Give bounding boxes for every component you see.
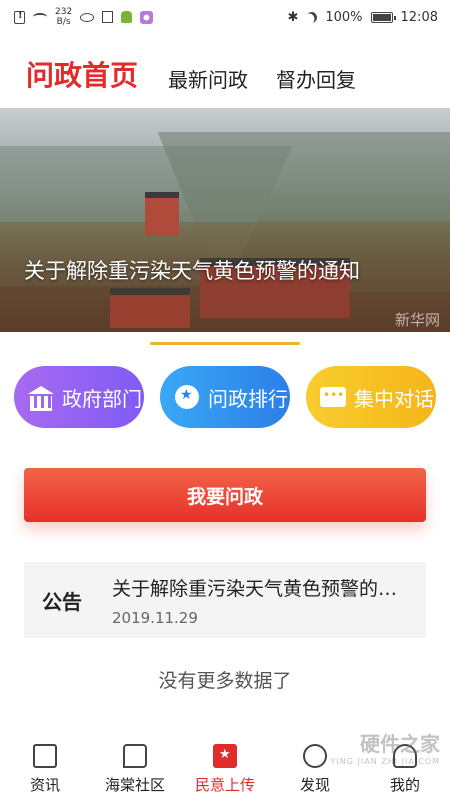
eye-icon: [80, 12, 95, 22]
tab-supervision-reply[interactable]: 督办回复: [276, 64, 356, 93]
net-speed: 232 B/s: [55, 7, 72, 27]
moon-icon: [304, 9, 319, 24]
app-notification-icon: [140, 10, 154, 24]
alert-icon: [14, 10, 25, 24]
nfc-icon: [102, 11, 114, 23]
banner-temple-small: [110, 288, 190, 328]
app-screen: 232 B/s ✱ 100% 12:08 问政首页 最新问政 督办回复: [0, 0, 450, 800]
wifi-icon: [33, 13, 47, 21]
notice-title: 关于解除重污染天气黄色预警的通知: [112, 577, 412, 600]
bluetooth-icon: ✱: [287, 9, 299, 25]
tab-home[interactable]: 问政首页: [26, 54, 139, 112]
dialogue-button[interactable]: 集中对话: [306, 366, 436, 428]
nav-news[interactable]: 资讯: [0, 734, 90, 800]
banner-page-indicator: [150, 342, 300, 345]
nav-discover[interactable]: 发现: [270, 734, 360, 800]
clock: 12:08: [400, 9, 438, 25]
banner-pagoda: [145, 192, 179, 236]
notice-tag: 公告: [42, 589, 82, 614]
chat-bubble-icon: [123, 744, 147, 768]
tab-home-label: 问政首页: [26, 59, 139, 92]
nav-me-label: 我的: [389, 776, 420, 794]
battery-icon: [370, 11, 396, 23]
nav-community[interactable]: 海棠社区: [90, 734, 180, 800]
nav-news-label: 资讯: [29, 776, 60, 794]
medal-icon: [172, 382, 202, 412]
nav-upload-opinion-label: 民意上传: [194, 776, 255, 794]
battery-level: 100%: [325, 9, 363, 25]
top-tabs: 问政首页 最新问政 督办回复: [0, 34, 450, 112]
chat-icon: [318, 382, 348, 412]
user-icon: [393, 744, 417, 768]
status-bar: 232 B/s ✱ 100% 12:08: [0, 0, 450, 34]
inquiry-ranking-button[interactable]: 问政排行: [160, 366, 290, 428]
status-left: 232 B/s: [14, 7, 154, 27]
banner-caption: 关于解除重污染天气黄色预警的通知: [24, 259, 360, 283]
gov-departments-label: 政府部门: [62, 386, 142, 411]
android-icon: [121, 11, 133, 23]
document-icon: [33, 744, 57, 768]
nav-upload-opinion[interactable]: 民意上传: [180, 734, 270, 800]
bottom-nav: 资讯 海棠社区 民意上传 发现 我的: [0, 734, 450, 800]
status-right: ✱ 100% 12:08: [287, 10, 438, 25]
nav-me[interactable]: 我的: [360, 734, 450, 800]
inquiry-ranking-label: 问政排行: [208, 386, 288, 411]
battery-fill: [372, 13, 391, 21]
nav-community-label: 海棠社区: [104, 776, 165, 794]
dialogue-label: 集中对话: [354, 386, 434, 411]
notice-date: 2019.11.29: [112, 608, 198, 627]
banner-carousel[interactable]: 关于解除重污染天气黄色预警的通知 新华网: [0, 108, 450, 332]
search-icon: [303, 744, 327, 768]
net-speed-value: 232: [55, 7, 73, 17]
shortcut-row: 政府部门 问政排行 集中对话: [14, 366, 436, 428]
ask-question-button[interactable]: 我要问政: [24, 468, 426, 522]
net-speed-unit: B/s: [56, 17, 71, 27]
nav-discover-label: 发现: [299, 776, 330, 794]
no-more-data-text: 没有更多数据了: [158, 670, 292, 692]
star-badge-icon: [213, 744, 237, 768]
building-icon: [26, 382, 56, 412]
tab-latest[interactable]: 最新问政: [168, 64, 248, 93]
notice-item[interactable]: 公告 关于解除重污染天气黄色预警的通知 2019.11.29: [24, 562, 426, 638]
banner-watermark: 新华网: [394, 311, 440, 329]
notice-body: 关于解除重污染天气黄色预警的通知 2019.11.29: [100, 574, 426, 627]
gov-departments-button[interactable]: 政府部门: [14, 366, 144, 428]
